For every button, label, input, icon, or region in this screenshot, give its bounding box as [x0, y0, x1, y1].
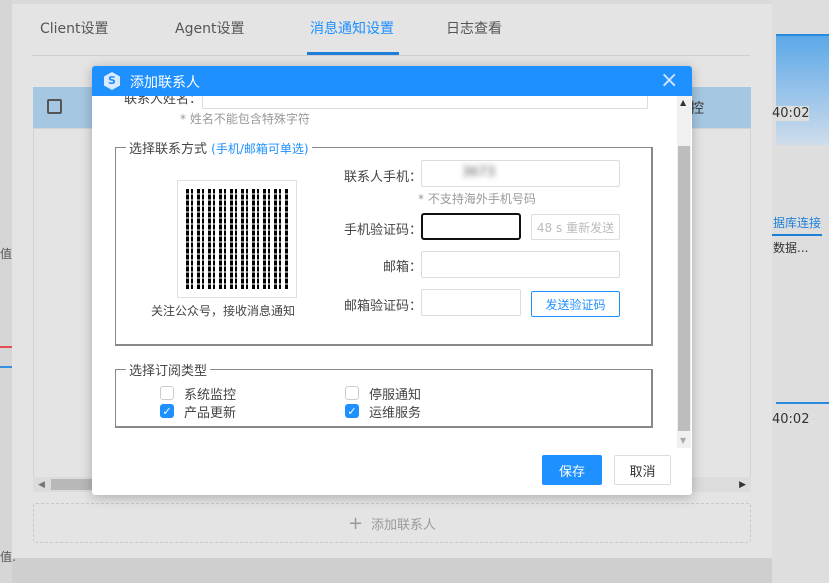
phone-input[interactable]: 3673 [421, 160, 620, 187]
label-ops-service: 运维服务 [369, 406, 422, 421]
email-code-input[interactable] [421, 289, 521, 316]
cancel-button[interactable]: 取消 [614, 455, 671, 485]
email-label: 邮箱： [382, 260, 422, 275]
chart-line [776, 402, 829, 404]
select-all-checkbox[interactable] [47, 99, 62, 114]
legend-line-blue [0, 366, 12, 368]
tab-agent-settings[interactable]: Agent设置 [175, 18, 244, 38]
add-contact-label: 添加联系人 [371, 517, 437, 533]
resend-code-button[interactable]: 48 s 重新发送 [531, 214, 620, 240]
checkbox-maintenance-notice[interactable] [345, 386, 359, 400]
shield-logo-icon: S [104, 72, 120, 90]
legend-line-red [0, 346, 12, 348]
scrollbar-thumb[interactable] [678, 146, 690, 431]
phone-hint: * 不支持海外手机号码 [418, 192, 536, 206]
scroll-right-icon[interactable]: ▶ [739, 480, 746, 490]
chart-area [776, 35, 829, 145]
qr-caption: 关注公众号，接收消息通知 [151, 304, 296, 318]
checkbox-product-update[interactable]: ✓ [160, 404, 174, 418]
contact-method-note: (手机/邮箱可单选) [211, 142, 309, 156]
column-header: 控 [690, 101, 704, 117]
tab-divider [32, 55, 750, 56]
dialog-title: 添加联系人 [130, 75, 200, 91]
contact-method-legend: 选择联系方式 (手机/邮箱可单选) [129, 142, 309, 157]
tab-log-view[interactable]: 日志查看 [446, 18, 502, 38]
scroll-down-icon[interactable]: ▼ [680, 436, 686, 445]
sms-code-input[interactable] [421, 213, 521, 240]
tab-db-connection[interactable]: 据库连接 [773, 214, 821, 231]
add-contact-dialog: S 添加联系人 × 联系人姓名： * 姓名不能包含特殊字符 选择联系方式 (手机… [92, 66, 692, 495]
chart-time-label: 40:02 [772, 412, 810, 427]
background-left-panel: 值: 值: [0, 0, 16, 583]
qr-code [177, 180, 297, 298]
tab-indicator [772, 234, 822, 236]
label-system-monitor: 系统监控 [184, 388, 237, 403]
email-input[interactable] [421, 251, 620, 278]
sms-code-label: 手机验证码： [343, 223, 422, 238]
tab-client-settings[interactable]: Client设置 [40, 18, 109, 38]
dialog-header: S 添加联系人 × [92, 66, 692, 96]
chart-time-label: 40:02 [772, 106, 810, 121]
scroll-up-icon[interactable]: ▲ [680, 98, 686, 107]
name-input[interactable] [202, 96, 648, 109]
label-maintenance-notice: 停服通知 [369, 388, 422, 403]
phone-label: 联系人手机： [343, 170, 422, 185]
close-icon[interactable]: × [660, 68, 678, 93]
scroll-left-icon[interactable]: ◀ [38, 480, 45, 490]
email-code-label: 邮箱验证码： [343, 299, 422, 314]
checkbox-ops-service[interactable]: ✓ [345, 404, 359, 418]
plus-icon: + [347, 512, 364, 534]
save-button[interactable]: 保存 [542, 455, 602, 485]
chart-line [776, 34, 829, 36]
send-code-button[interactable]: 发送验证码 [531, 291, 620, 317]
label-product-update: 产品更新 [184, 406, 237, 421]
subscription-legend: 选择订阅类型 [129, 364, 208, 379]
phone-value: 3673 [462, 165, 496, 180]
vertical-scrollbar[interactable]: ▲ ▼ [677, 96, 691, 448]
tab-notification-settings[interactable]: 消息通知设置 [310, 18, 394, 38]
background-right-panel: 40:02 据库连接 数据... 40:02 [772, 0, 829, 583]
qr-pattern [186, 189, 288, 289]
name-hint: * 姓名不能包含特殊字符 [180, 112, 310, 126]
dialog-body: 联系人姓名： * 姓名不能包含特殊字符 选择联系方式 (手机/邮箱可单选) 关注… [92, 96, 692, 448]
panel-text: 数据... [773, 241, 809, 255]
name-label: 联系人姓名： [123, 96, 202, 107]
checkbox-system-monitor[interactable] [160, 386, 174, 400]
add-contact-button[interactable]: + 添加联系人 [33, 503, 751, 543]
active-tab-indicator [307, 52, 399, 55]
